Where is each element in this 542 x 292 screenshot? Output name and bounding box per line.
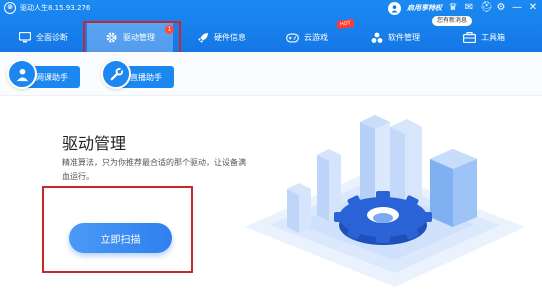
crown-icon[interactable]: ♛ [448,2,458,14]
title-bar: ⊚ 驱动人生8.15.93.276 启用享特权 ♛ ✉ ⛑ ⚙ — ✕ 您有新消… [0,0,542,52]
rocket-icon [196,31,209,44]
mail-icon[interactable]: ✉ [464,2,474,14]
sub-button-label: 直播助手 [130,72,162,82]
username-link[interactable]: 启用享特权 [407,3,442,13]
live-stream-assistant-button[interactable]: 直播助手 [101,59,174,89]
close-icon[interactable]: ✕ [528,2,538,14]
user-area: 启用享特权 ♛ ✉ ⛑ ⚙ — ✕ [388,1,538,15]
app-name: 驱动人生8.15.93.276 [20,4,91,12]
minimize-icon[interactable]: — [512,2,522,14]
tab-label: 云游戏 [304,33,328,42]
app-logo-icon: ⊚ [4,2,16,14]
scan-now-button[interactable]: 立即扫描 [69,223,172,253]
online-class-assistant-button[interactable]: 网课助手 [7,59,80,89]
tab-label: 全面诊断 [36,33,68,42]
tab-label: 硬件信息 [214,33,246,42]
gamepad-icon [286,31,299,44]
tab-hardware-info[interactable]: 硬件信息 [196,23,276,52]
main-panel: 驱动管理 精准算法，只为你推荐最合适的那个驱动，让设备满血运行。 立即扫描 [0,97,542,292]
hat-icon[interactable]: ⛑ [480,2,493,14]
tab-full-diagnosis[interactable]: 全面诊断 [18,23,88,52]
person-icon [7,59,37,89]
tab-toolbox[interactable]: 工具箱 [463,23,533,52]
cube-icon [370,31,383,44]
sub-toolbar: 网课助手 直播助手 [0,52,542,96]
monitor-icon [18,31,31,44]
main-nav: 全面诊断 驱动管理 1 硬件信息 云游戏 软件管理 工具箱 [0,23,542,52]
toolbox-icon [463,31,476,44]
sub-button-label: 网课助手 [36,72,68,82]
server-gear-illustration [245,115,525,287]
settings-icon[interactable]: ⚙ [496,2,506,14]
tab-software-management[interactable]: 软件管理 [370,23,450,52]
app-title: ⊚ 驱动人生8.15.93.276 [4,2,90,14]
tab-label: 工具箱 [481,33,505,42]
tab-driver-management[interactable]: 驱动管理 1 [87,23,174,52]
tab-label: 驱动管理 [123,33,155,42]
tab-label: 软件管理 [388,33,420,42]
avatar[interactable] [388,1,401,15]
page-description: 精准算法，只为你推荐最合适的那个驱动，让设备满血运行。 [62,158,246,181]
page-title: 驱动管理 [62,134,127,153]
notification-badge: 1 [165,25,174,34]
wrench-icon [101,59,131,89]
gear-icon [105,31,118,44]
